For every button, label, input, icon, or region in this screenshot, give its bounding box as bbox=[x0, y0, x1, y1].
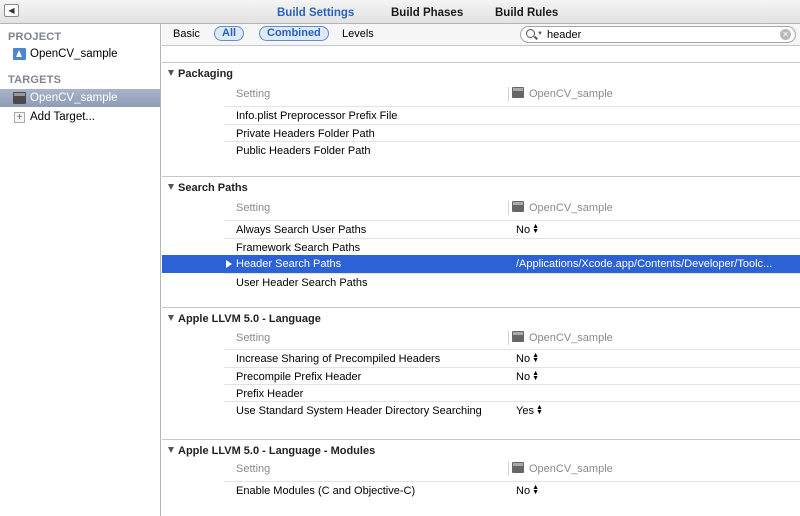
sidebar-item-project[interactable]: OpenCV_sample bbox=[0, 45, 160, 63]
settings-filter-bar: Basic All Combined Levels ▼ ✕ bbox=[162, 24, 800, 46]
setting-value[interactable]: /Applications/Xcode.app/Contents/Develop… bbox=[516, 255, 772, 273]
setting-value-popup[interactable]: No ▲ ▼ bbox=[516, 221, 539, 239]
popup-stepper-icon: ▲ ▼ bbox=[532, 352, 539, 364]
section-title[interactable]: Packaging bbox=[168, 68, 233, 80]
filter-all-button[interactable]: All bbox=[214, 26, 245, 41]
setting-value-popup[interactable]: No ▲ ▼ bbox=[516, 350, 539, 368]
add-target-label: Add Target... bbox=[30, 111, 95, 123]
column-target: OpenCV_sample bbox=[512, 85, 613, 103]
setting-row[interactable]: Use Standard System Header Directory Sea… bbox=[224, 401, 800, 419]
column-setting: Setting bbox=[236, 88, 271, 100]
clear-search-icon[interactable]: ✕ bbox=[780, 29, 791, 40]
add-target-button[interactable]: + Add Target... bbox=[0, 108, 160, 126]
setting-row[interactable]: Public Headers Folder Path bbox=[224, 141, 800, 159]
setting-row[interactable]: User Header Search Paths bbox=[224, 273, 800, 291]
column-header: Setting OpenCV_sample bbox=[224, 85, 800, 103]
filter-combined-button[interactable]: Combined bbox=[259, 26, 329, 41]
app-target-icon bbox=[512, 331, 524, 342]
app-target-icon bbox=[512, 87, 524, 98]
tab-build-phases[interactable]: Build Phases bbox=[391, 7, 463, 19]
tab-build-settings[interactable]: Build Settings bbox=[277, 7, 354, 19]
column-header: Setting OpenCV_sample bbox=[224, 460, 800, 478]
column-setting: Setting bbox=[236, 463, 271, 475]
tab-build-rules[interactable]: Build Rules bbox=[495, 7, 558, 19]
column-target: OpenCV_sample bbox=[512, 199, 613, 217]
app-target-icon bbox=[13, 92, 26, 104]
setting-row-selected[interactable]: Header Search Paths /Applications/Xcode.… bbox=[162, 255, 800, 273]
section-llvm-language: Apple LLVM 5.0 - Language Setting OpenCV… bbox=[162, 307, 800, 427]
project-navigator: PROJECT OpenCV_sample TARGETS OpenCV_sam… bbox=[0, 24, 161, 516]
setting-row[interactable]: Always Search User Paths No ▲ ▼ bbox=[224, 220, 800, 238]
app-target-icon bbox=[512, 201, 524, 212]
section-llvm-modules: Apple LLVM 5.0 - Language - Modules Sett… bbox=[162, 439, 800, 516]
app-target-icon bbox=[512, 462, 524, 473]
setting-row[interactable]: Framework Search Paths bbox=[224, 238, 800, 256]
popup-stepper-icon: ▲ ▼ bbox=[532, 223, 539, 235]
setting-row[interactable]: Precompile Prefix Header No ▲ ▼ bbox=[224, 367, 800, 385]
setting-value-popup[interactable]: Yes ▲ ▼ bbox=[516, 402, 543, 420]
column-setting: Setting bbox=[236, 202, 271, 214]
settings-search-field[interactable]: ▼ ✕ bbox=[520, 26, 796, 43]
build-settings-table: Packaging Setting OpenCV_sample Info.pli… bbox=[162, 47, 800, 516]
project-header: PROJECT bbox=[8, 31, 62, 43]
column-header: Setting OpenCV_sample bbox=[224, 199, 800, 217]
sidebar-toggle-button[interactable]: ◀ bbox=[4, 4, 19, 17]
filter-levels-button[interactable]: Levels bbox=[342, 27, 374, 41]
popup-stepper-icon: ▲ ▼ bbox=[532, 370, 539, 382]
search-input[interactable] bbox=[547, 28, 767, 41]
setting-row[interactable]: Private Headers Folder Path bbox=[224, 124, 800, 142]
project-name: OpenCV_sample bbox=[30, 48, 118, 60]
search-icon[interactable] bbox=[526, 29, 535, 38]
column-target: OpenCV_sample bbox=[512, 329, 613, 347]
setting-row[interactable]: Prefix Header bbox=[224, 384, 800, 402]
column-header: Setting OpenCV_sample bbox=[224, 329, 800, 347]
popup-stepper-icon: ▲ ▼ bbox=[535, 404, 543, 416]
disclosure-down-icon[interactable] bbox=[168, 315, 174, 321]
disclosure-down-icon[interactable] bbox=[168, 70, 174, 76]
section-title[interactable]: Search Paths bbox=[168, 182, 248, 194]
xcode-project-icon bbox=[13, 48, 26, 60]
setting-row[interactable]: Enable Modules (C and Objective-C) No ▲ ▼ bbox=[224, 481, 800, 499]
disclosure-right-icon[interactable] bbox=[226, 260, 232, 268]
setting-row[interactable]: Info.plist Preprocessor Prefix File bbox=[224, 106, 800, 124]
disclosure-down-icon[interactable] bbox=[168, 184, 174, 190]
sidebar-item-target[interactable]: OpenCV_sample bbox=[0, 89, 160, 107]
setting-row[interactable]: Increase Sharing of Precompiled Headers … bbox=[224, 349, 800, 367]
section-packaging: Packaging Setting OpenCV_sample Info.pli… bbox=[162, 62, 800, 162]
plus-icon: + bbox=[14, 112, 25, 123]
disclosure-down-icon[interactable] bbox=[168, 447, 174, 453]
setting-value-popup[interactable]: No ▲ ▼ bbox=[516, 482, 539, 500]
editor-tab-bar: ◀ Build Settings Build Phases Build Rule… bbox=[0, 0, 800, 24]
section-title[interactable]: Apple LLVM 5.0 - Language bbox=[168, 313, 321, 325]
popup-stepper-icon: ▲ ▼ bbox=[532, 484, 539, 496]
column-setting: Setting bbox=[236, 332, 271, 344]
column-target: OpenCV_sample bbox=[512, 460, 613, 478]
search-menu-chevron-icon[interactable]: ▼ bbox=[537, 31, 543, 37]
filter-basic-button[interactable]: Basic bbox=[173, 27, 200, 41]
targets-header: TARGETS bbox=[8, 74, 62, 86]
section-search-paths: Search Paths Setting OpenCV_sample Alway… bbox=[162, 176, 800, 294]
target-name: OpenCV_sample bbox=[30, 92, 118, 104]
section-title[interactable]: Apple LLVM 5.0 - Language - Modules bbox=[168, 445, 375, 457]
